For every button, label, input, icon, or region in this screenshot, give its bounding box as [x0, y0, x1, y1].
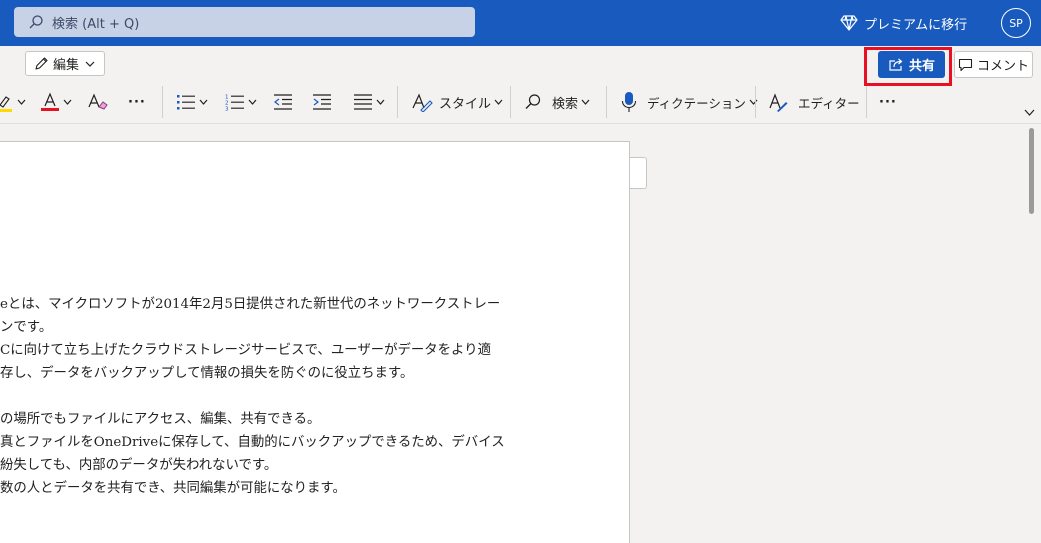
- document-line: Cに向けて立ち上げたクラウドストレージサービスで、ユーザーがデータをより適: [0, 343, 491, 358]
- editing-mode-button[interactable]: 編集: [25, 51, 105, 76]
- font-color-button[interactable]: [40, 88, 72, 116]
- decrease-indent-button[interactable]: [273, 88, 293, 116]
- share-button[interactable]: 共有: [878, 51, 945, 78]
- highlight-color-button[interactable]: [0, 88, 26, 116]
- chevron-down-icon: [581, 99, 590, 105]
- find-button[interactable]: 検索: [524, 88, 590, 116]
- editor-button[interactable]: エディター: [768, 88, 860, 116]
- document-line: 数の人とデータを共有でき、共同編集が可能になります。: [0, 481, 346, 496]
- share-label: 共有: [908, 59, 935, 74]
- align-left-icon: [354, 94, 372, 110]
- search-icon: [525, 94, 541, 109]
- search-box[interactable]: 検索 (Alt + Q): [14, 7, 475, 37]
- styles-button[interactable]: スタイル: [411, 88, 503, 116]
- ribbon: 編集 共有 コメント ··· 1 2 3 スタイル 検索 ディクテーション エデ…: [0, 46, 1041, 124]
- chevron-down-icon: [376, 99, 385, 105]
- highlighter-icon: [0, 96, 12, 112]
- dictate-label: ディクテーション: [647, 95, 746, 111]
- alignment-button[interactable]: [353, 88, 385, 116]
- document-page[interactable]: eとは、マイクロソフトが2014年2月5日提供された新世代のネットワークストレー…: [0, 141, 630, 543]
- ribbon-divider: [510, 86, 511, 118]
- pencil-icon: [35, 57, 48, 70]
- comment-icon: [958, 58, 973, 71]
- comments-button[interactable]: コメント: [954, 51, 1033, 78]
- clear-formatting-icon: [88, 93, 108, 110]
- numbered-list-icon: 1 2 3: [225, 95, 244, 112]
- search-placeholder: 検索 (Alt + Q): [52, 17, 140, 32]
- go-premium-link[interactable]: プレミアムに移行: [840, 12, 967, 34]
- diamond-icon: [840, 15, 858, 31]
- chevron-down-icon: [199, 99, 208, 105]
- bullets-button[interactable]: [176, 88, 208, 116]
- styles-icon: [412, 93, 433, 112]
- chevron-down-icon: [85, 61, 95, 67]
- find-label: 検索: [552, 96, 579, 112]
- editor-label: エディター: [798, 95, 860, 111]
- document-line: eとは、マイクロソフトが2014年2月5日提供された新世代のネットワークストレー: [0, 297, 501, 312]
- bulleted-list-icon: [177, 95, 195, 110]
- chevron-down-icon[interactable]: [1024, 109, 1035, 116]
- svg-text:3: 3: [225, 107, 229, 112]
- increase-indent-button[interactable]: [312, 88, 332, 116]
- chevron-down-icon: [17, 99, 26, 105]
- chevron-down-icon: [63, 99, 72, 105]
- scrollbar-thumb[interactable]: [1029, 128, 1034, 214]
- chevron-down-icon: [248, 99, 257, 105]
- user-avatar[interactable]: SP: [1001, 8, 1031, 38]
- top-app-bar: 検索 (Alt + Q) プレミアムに移行 SP: [0, 0, 1041, 46]
- ribbon-divider: [606, 86, 607, 118]
- editor-pen-icon: [769, 93, 788, 112]
- document-line: ンです。: [0, 320, 53, 335]
- ribbon-divider: [397, 86, 398, 118]
- vertical-scrollbar[interactable]: [1025, 126, 1037, 543]
- chevron-down-icon: [749, 99, 758, 105]
- document-line: 存し、データをバックアップして情報の損失を防ぐのに役立ちます。: [0, 366, 414, 381]
- styles-label: スタイル: [439, 96, 492, 112]
- document-line: 真とファイルをOneDriveに保存して、自動的にバックアップできるため、デバイ…: [0, 435, 505, 450]
- more-options-button[interactable]: ···: [879, 88, 897, 116]
- clear-formatting-button[interactable]: [87, 88, 109, 116]
- document-line: の場所でもファイルにアクセス、編集、共有できる。: [0, 412, 321, 427]
- ribbon-divider: [162, 86, 163, 118]
- comments-label: コメント: [976, 59, 1029, 74]
- search-icon: [29, 15, 43, 29]
- more-font-options-button[interactable]: ···: [128, 88, 146, 116]
- document-line: 紛失しても、内部のデータが失われないです。: [0, 458, 278, 473]
- share-icon: [889, 58, 903, 71]
- ribbon-divider: [755, 86, 756, 118]
- numbering-button[interactable]: 1 2 3: [225, 88, 257, 116]
- font-color-icon: [41, 92, 59, 111]
- dictate-button[interactable]: ディクテーション: [621, 88, 758, 116]
- editing-mode-label: 編集: [53, 58, 80, 73]
- decrease-indent-icon: [274, 94, 292, 110]
- increase-indent-icon: [313, 94, 331, 110]
- chevron-down-icon: [494, 99, 503, 105]
- go-premium-label: プレミアムに移行: [864, 17, 968, 33]
- microphone-icon: [621, 92, 637, 112]
- ribbon-divider: [866, 86, 867, 118]
- page-side-tab[interactable]: [630, 157, 647, 189]
